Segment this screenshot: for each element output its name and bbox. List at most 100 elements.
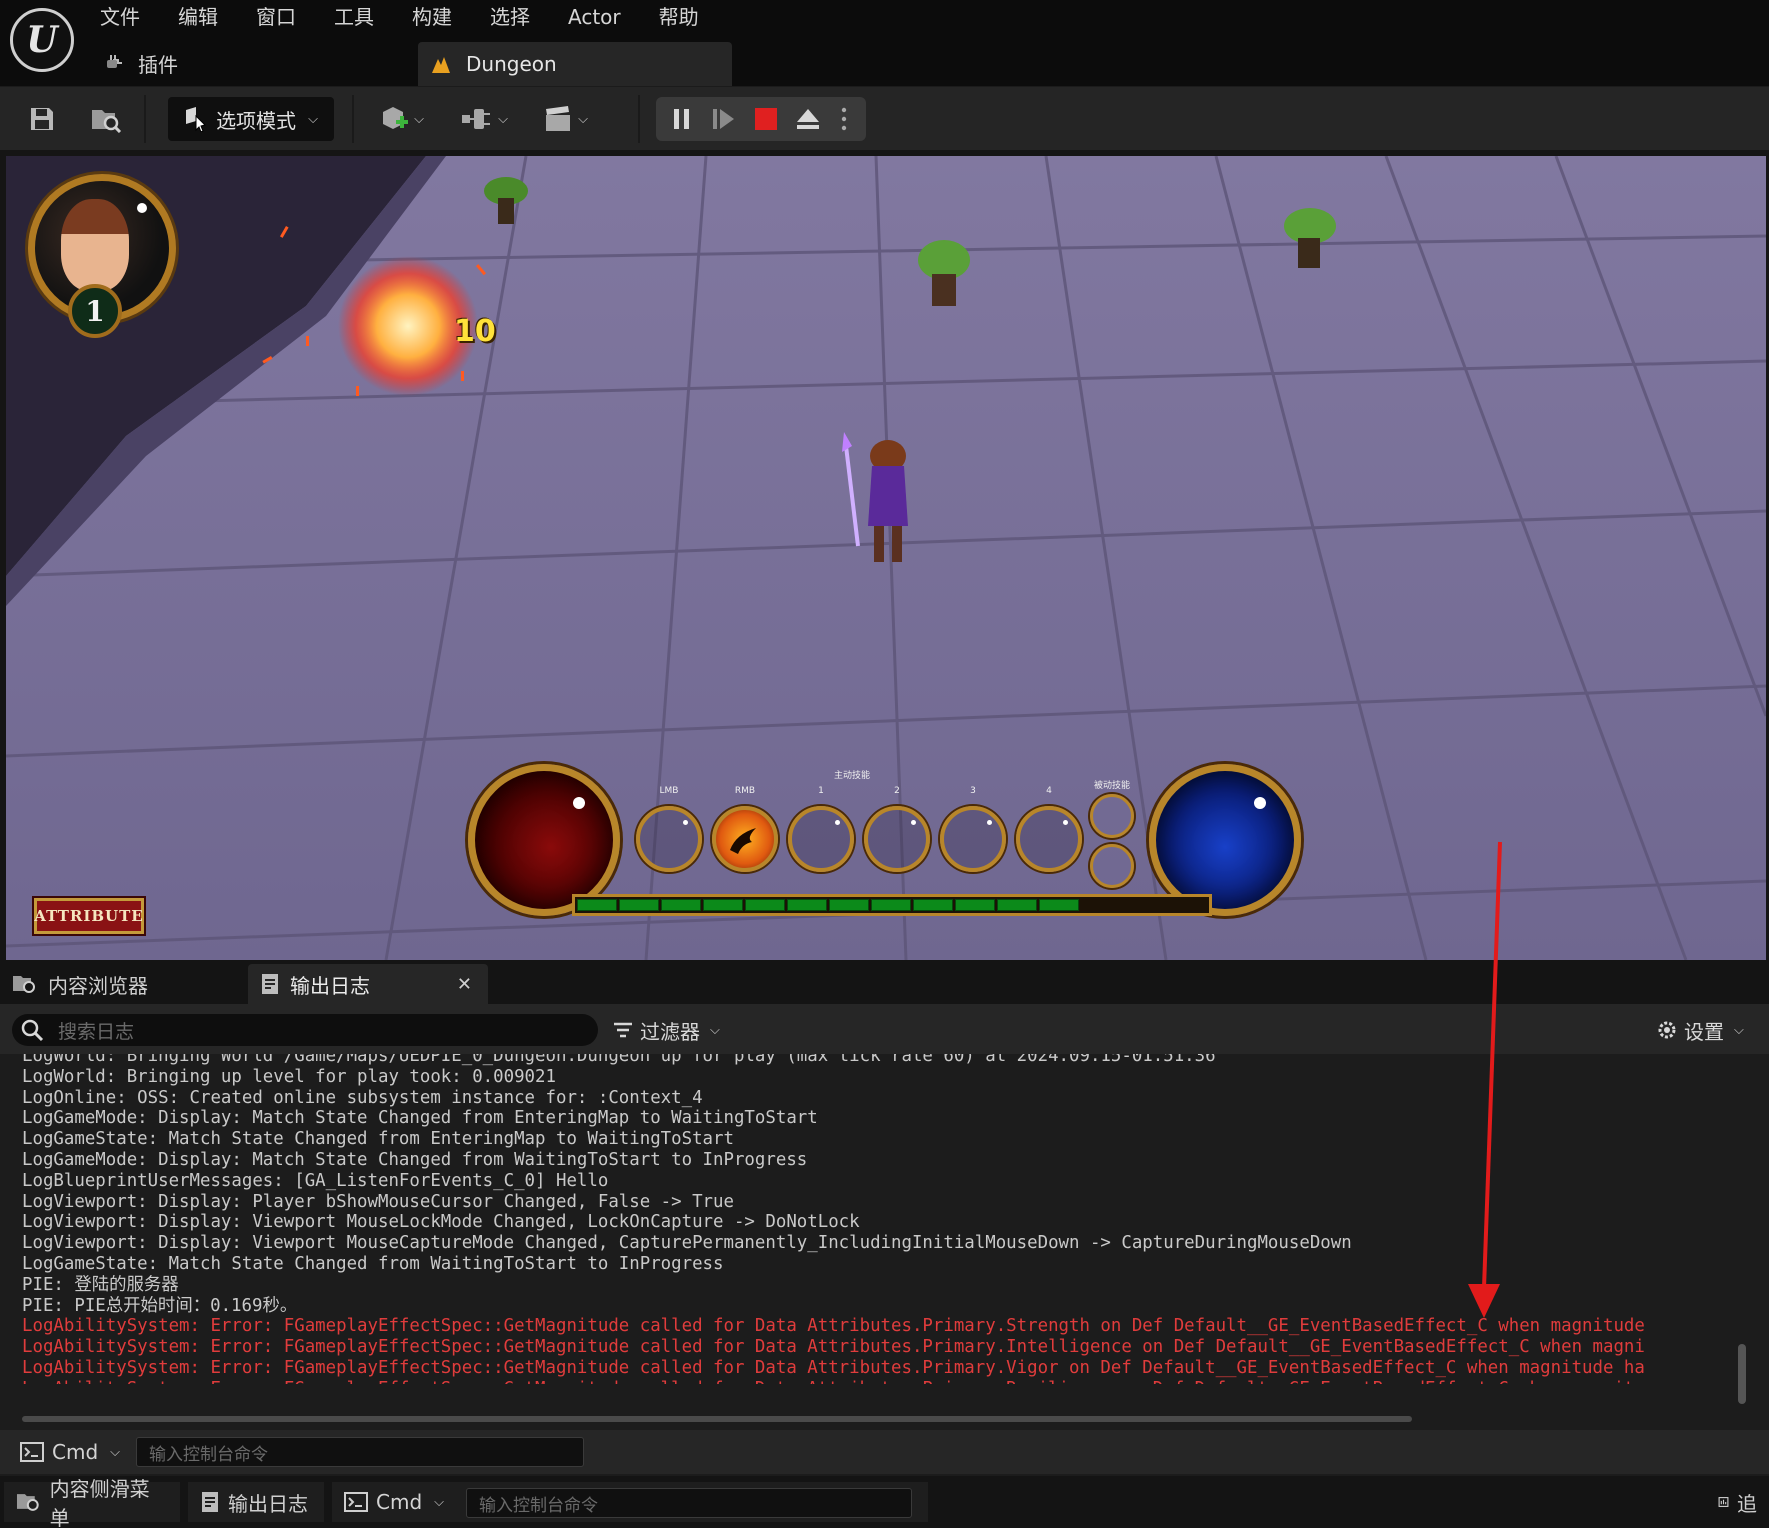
chevron-down-icon: ⌵ [1734, 1022, 1744, 1038]
chevron-down-icon: ⌵ [498, 111, 508, 127]
folder-search-icon [16, 1494, 39, 1511]
menu-edit[interactable]: 编辑 [178, 4, 218, 34]
menu-select[interactable]: 选择 [490, 4, 530, 34]
tab-content-browser[interactable]: 内容浏览器 [0, 964, 240, 1004]
cmd-label: Cmd [52, 1440, 99, 1464]
log-line: LogGameState: Match State Changed from E… [22, 1129, 734, 1150]
skill-slot-4[interactable] [1016, 806, 1082, 872]
log-output[interactable]: LogWorld: Bringing World /Game/Maps/UEDP… [12, 1054, 1748, 1384]
menu-build[interactable]: 构建 [412, 4, 452, 34]
filters-label: 过滤器 [640, 1019, 700, 1044]
log-line: PIE: 登陆的服务器 [22, 1274, 179, 1295]
passive-skills-label: 被动技能 [1094, 781, 1131, 791]
output-log-button[interactable]: 输出日志 [188, 1482, 324, 1522]
log-line: LogViewport: Display: Player bShowMouseC… [22, 1191, 734, 1212]
status-console-input[interactable]: 输入控制台命令 [466, 1488, 912, 1518]
fireball-icon [730, 828, 756, 854]
mode-select[interactable]: 选项模式 ⌵ [168, 97, 334, 141]
plug-icon [107, 55, 122, 68]
log-search-placeholder: 搜索日志 [58, 1020, 135, 1043]
cmd-select[interactable]: Cmd ⌵ [20, 1436, 120, 1468]
log-icon [202, 1492, 218, 1512]
source-control-icon [1718, 1497, 1729, 1507]
passive-slot-2[interactable] [1090, 844, 1134, 888]
plugins-tab[interactable]: 插件 [104, 46, 178, 80]
log-line: PIE: PIE总开始时间：0.169秒。 [22, 1295, 298, 1316]
add-cube-icon [383, 107, 409, 129]
content-drawer-label: 内容侧滑菜单 [49, 1477, 150, 1528]
slot-key-1: 1 [818, 786, 824, 796]
xp-bar [572, 894, 1212, 916]
chevron-down-icon: ⌵ [434, 1494, 445, 1510]
stop-icon [755, 108, 777, 130]
menu-file[interactable]: 文件 [100, 4, 140, 34]
log-icon [262, 974, 278, 994]
close-icon[interactable]: ✕ [457, 974, 472, 995]
unreal-logo-icon[interactable]: U [10, 8, 74, 72]
blueprints-button[interactable]: ⌵ [452, 97, 516, 141]
content-drawer-button[interactable]: 内容侧滑菜单 [4, 1477, 180, 1528]
skill-slot-3[interactable] [940, 806, 1006, 872]
slot-key-rmb: RMB [734, 786, 756, 796]
menu-window[interactable]: 窗口 [256, 4, 296, 34]
cinematics-button[interactable]: ⌵ [534, 97, 598, 141]
mode-select-label: 选项模式 [216, 108, 297, 133]
plugins-tab-label: 插件 [138, 52, 178, 77]
play-controls [656, 97, 866, 141]
tab-output-log[interactable]: 输出日志 ✕ [248, 964, 488, 1004]
save-button[interactable] [20, 97, 64, 141]
title-bar: U 文件 编辑 窗口 工具 构建 选择 Actor 帮助 插件 Dungeon [0, 0, 1769, 86]
save-icon [31, 108, 53, 130]
log-line-error: LogAbilitySystem: Error: FGameplayEffect… [22, 1337, 1645, 1358]
chevron-down-icon: ⌵ [308, 111, 318, 127]
log-line: LogBlueprintUserMessages: [GA_ListenForE… [22, 1170, 609, 1191]
log-search-input[interactable]: 搜索日志 [12, 1014, 598, 1046]
log-horizontal-scrollbar[interactable] [22, 1416, 1412, 1422]
eject-button[interactable] [790, 97, 826, 141]
status-bar: 内容侧滑菜单 输出日志 Cmd ⌵ 输入控制台命令 追 [0, 1476, 1769, 1528]
active-skills-label: 主动技能 [834, 771, 871, 781]
log-line: LogGameMode: Display: Match State Change… [22, 1108, 818, 1129]
level-tab-dungeon[interactable]: Dungeon [418, 42, 732, 86]
log-line-error: LogAbilitySystem: Error: FGameplayEffect… [22, 1316, 1645, 1337]
slot-key-4: 4 [1046, 786, 1052, 796]
trailing-status-item[interactable]: 追 [1706, 1482, 1769, 1522]
browse-content-button[interactable] [84, 97, 128, 141]
passive-slot-1[interactable] [1090, 794, 1134, 838]
skill-slot-1[interactable] [788, 806, 854, 872]
game-viewport[interactable]: 1 10 ATTRIBUTE 主动技能 被动技能 LMB RMB 1 2 3 4 [6, 156, 1766, 960]
bottom-panel: 内容浏览器 输出日志 ✕ 搜索日志 过滤器 ⌵ 设置 ⌵ LogWorld: B… [0, 960, 1769, 1476]
chevron-down-icon: ⌵ [710, 1022, 720, 1038]
gear-icon [1658, 1021, 1676, 1039]
terminal-icon [344, 1492, 368, 1512]
folder-search-icon [92, 110, 122, 133]
skill-slot-2[interactable] [864, 806, 930, 872]
log-line: LogGameState: Match State Changed from W… [22, 1253, 724, 1274]
skill-slot-lmb[interactable] [636, 806, 702, 872]
step-frame-button[interactable] [706, 97, 742, 141]
attribute-button[interactable]: ATTRIBUTE [32, 896, 146, 936]
status-console-placeholder: 输入控制台命令 [479, 1495, 598, 1516]
log-vertical-scrollbar[interactable] [1736, 1054, 1746, 1404]
output-log-label: 输出日志 [228, 1491, 308, 1516]
add-actor-button[interactable]: ⌵ [372, 97, 432, 141]
skill-slot-rmb[interactable] [712, 806, 778, 872]
status-cmd-select[interactable]: Cmd ⌵ [344, 1486, 444, 1518]
status-console: Cmd ⌵ 输入控制台命令 [332, 1482, 928, 1522]
pause-button[interactable] [664, 97, 700, 141]
log-line-error: LogAbilitySystem: Error: FGameplayEffect… [22, 1357, 1645, 1378]
stop-button[interactable] [748, 97, 784, 141]
menu-actor[interactable]: Actor [568, 4, 621, 34]
panel-tab-bar: 内容浏览器 输出日志 ✕ [0, 960, 1769, 1004]
console-row: Cmd ⌵ 输入控制台命令 [0, 1430, 1769, 1474]
log-line: LogViewport: Display: Viewport MouseLock… [22, 1212, 860, 1233]
filters-button[interactable]: 过滤器 ⌵ [612, 1014, 720, 1046]
menu-help[interactable]: 帮助 [659, 4, 699, 34]
menu-bar: 文件 编辑 窗口 工具 构建 选择 Actor 帮助 [100, 4, 737, 34]
more-options-button[interactable] [834, 97, 854, 141]
console-command-input[interactable]: 输入控制台命令 [136, 1437, 584, 1467]
settings-button[interactable]: 设置 ⌵ [1656, 1014, 1744, 1046]
menu-tools[interactable]: 工具 [334, 4, 374, 34]
kebab-menu-icon [841, 107, 847, 131]
step-forward-icon [713, 109, 734, 129]
